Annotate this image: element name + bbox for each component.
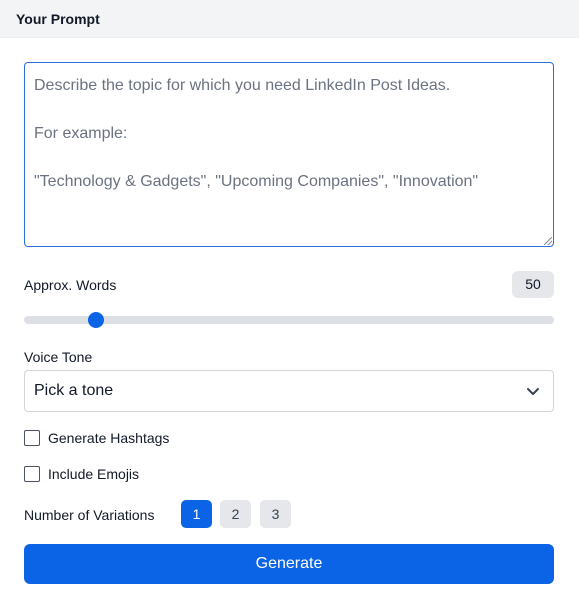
prompt-textarea[interactable]: Describe the topic for which you need Li… [24,62,554,247]
approx-words-label: Approx. Words [24,277,117,293]
variation-button-1[interactable]: 1 [181,500,212,528]
chevron-down-icon [527,388,539,395]
voice-tone-select[interactable]: Pick a tone [24,370,554,412]
hashtags-checkbox[interactable] [24,430,40,446]
variations-label: Number of Variations [24,507,155,523]
variation-button-3[interactable]: 3 [260,500,291,528]
generate-button[interactable]: Generate [24,544,554,584]
words-slider-thumb[interactable] [87,312,104,328]
voice-tone-value: Pick a tone [34,382,114,399]
prompt-header: Your Prompt [0,0,579,38]
words-count-badge: 50 [512,271,554,298]
emojis-label: Include Emojis [48,466,140,482]
emojis-checkbox[interactable] [24,466,40,482]
resize-grip-icon[interactable] [544,237,552,245]
voice-tone-label: Voice Tone [24,349,93,365]
hashtags-label: Generate Hashtags [48,430,170,446]
header-title: Your Prompt [16,11,100,27]
variation-button-2[interactable]: 2 [220,500,251,528]
